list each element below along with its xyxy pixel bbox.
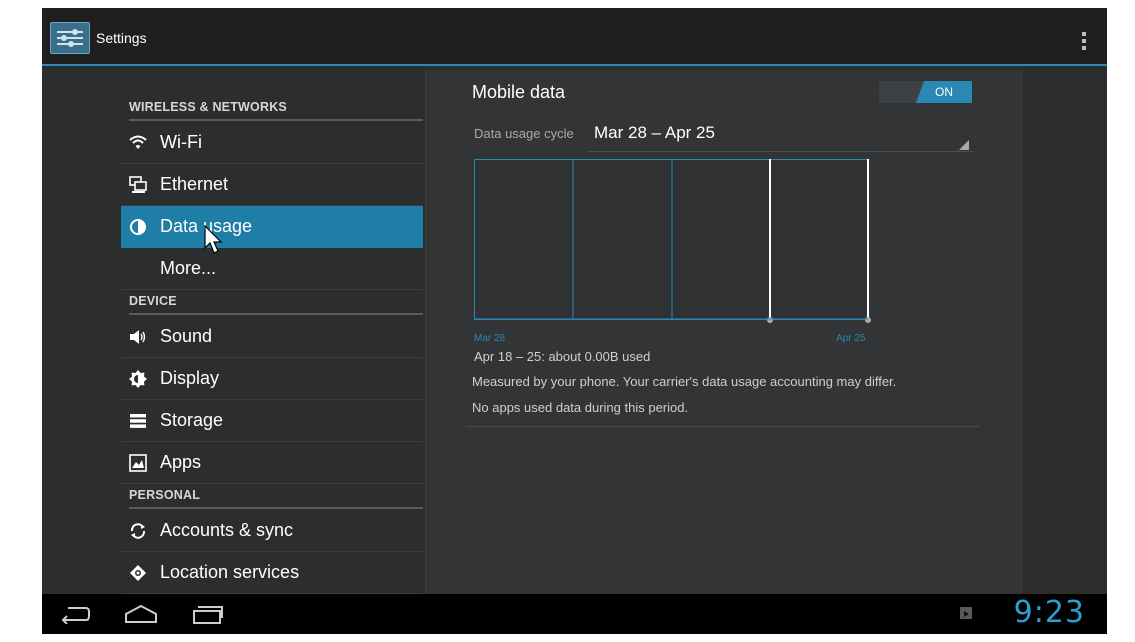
settings-app-icon[interactable] bbox=[50, 22, 90, 54]
overflow-menu-icon[interactable] bbox=[1081, 32, 1087, 50]
header-device: DEVICE bbox=[129, 294, 423, 315]
nav-item-display[interactable]: Display bbox=[121, 358, 423, 400]
cycle-label: Data usage cycle bbox=[474, 126, 574, 141]
brightness-icon bbox=[129, 370, 147, 388]
nav-item-sound[interactable]: Sound bbox=[121, 316, 423, 358]
toggle-on-label: ON bbox=[916, 81, 972, 103]
system-bar: 9:23 bbox=[42, 594, 1107, 634]
nav-item-label: More... bbox=[160, 258, 217, 278]
apps-icon bbox=[129, 454, 147, 472]
storage-icon bbox=[129, 412, 147, 430]
nav-item-apps[interactable]: Apps bbox=[121, 442, 423, 484]
nav-item-label: Apps bbox=[160, 452, 202, 472]
header-wireless-networks: WIRELESS & NETWORKS bbox=[129, 100, 423, 121]
nav-item-data-usage[interactable]: Data usage bbox=[121, 206, 423, 248]
no-apps-message: No apps used data during this period. bbox=[472, 400, 689, 415]
nav-item-ethernet[interactable]: Ethernet bbox=[121, 164, 423, 206]
wifi-icon bbox=[129, 134, 147, 152]
nav-item-label: Wi-Fi bbox=[160, 132, 202, 152]
dropdown-triangle-icon bbox=[959, 137, 969, 150]
recent-apps-button[interactable] bbox=[192, 604, 224, 629]
nav-item-label: Display bbox=[160, 368, 220, 388]
nav-item-label: Accounts & sync bbox=[160, 520, 294, 540]
data-usage-icon bbox=[129, 218, 147, 236]
mobile-data-label: Mobile data bbox=[472, 82, 566, 102]
chart-x-start-label: Mar 28 bbox=[474, 333, 506, 344]
nav-item-accounts-sync[interactable]: Accounts & sync bbox=[121, 510, 423, 552]
nav-item-label: Data usage bbox=[160, 216, 253, 236]
chart-x-end-label: Apr 25 bbox=[836, 333, 866, 344]
screen: Settings WIRELESS & NETWORKS Wi-Fi Ether… bbox=[42, 8, 1107, 634]
nav-item-label: Location services bbox=[160, 562, 300, 582]
data-usage-chart bbox=[474, 159, 871, 323]
divider bbox=[466, 426, 980, 427]
nav-item-more[interactable]: More... bbox=[121, 248, 423, 290]
nav-item-label: Storage bbox=[160, 410, 224, 430]
nav-item-location-services[interactable]: Location services bbox=[121, 552, 423, 594]
speaker-icon bbox=[129, 328, 147, 346]
app-title: Settings bbox=[96, 30, 147, 46]
data-usage-cycle-dropdown[interactable]: Mar 28 – Apr 25 bbox=[588, 120, 973, 152]
measured-disclaimer: Measured by your phone. Your carrier's d… bbox=[472, 374, 897, 389]
mobile-data-toggle[interactable]: ON bbox=[879, 81, 972, 103]
right-gutter bbox=[1022, 66, 1107, 594]
action-bar: Settings bbox=[42, 8, 1107, 66]
notification-icon[interactable] bbox=[960, 607, 972, 619]
nav-item-storage[interactable]: Storage bbox=[121, 400, 423, 442]
home-button[interactable] bbox=[124, 604, 158, 629]
ethernet-icon bbox=[129, 176, 147, 194]
settings-content: WIRELESS & NETWORKS Wi-Fi Ethernet Data … bbox=[42, 66, 1107, 594]
cycle-value: Mar 28 – Apr 25 bbox=[594, 123, 715, 142]
end-handle[interactable] bbox=[865, 317, 871, 323]
clock[interactable]: 9:23 bbox=[1014, 595, 1085, 630]
sync-icon bbox=[129, 522, 147, 540]
settings-nav: WIRELESS & NETWORKS Wi-Fi Ethernet Data … bbox=[42, 66, 425, 594]
data-usage-detail: Mobile data ON Data usage cycle Mar 28 –… bbox=[425, 70, 1022, 594]
nav-item-wifi[interactable]: Wi-Fi bbox=[121, 122, 423, 164]
start-handle[interactable] bbox=[767, 317, 773, 323]
header-personal: PERSONAL bbox=[129, 488, 423, 509]
usage-summary: Apr 18 – 25: about 0.00B used bbox=[474, 349, 651, 364]
location-icon bbox=[129, 564, 147, 582]
nav-item-label: Ethernet bbox=[160, 174, 229, 194]
nav-item-label: Sound bbox=[160, 326, 213, 346]
back-button[interactable] bbox=[60, 604, 90, 629]
